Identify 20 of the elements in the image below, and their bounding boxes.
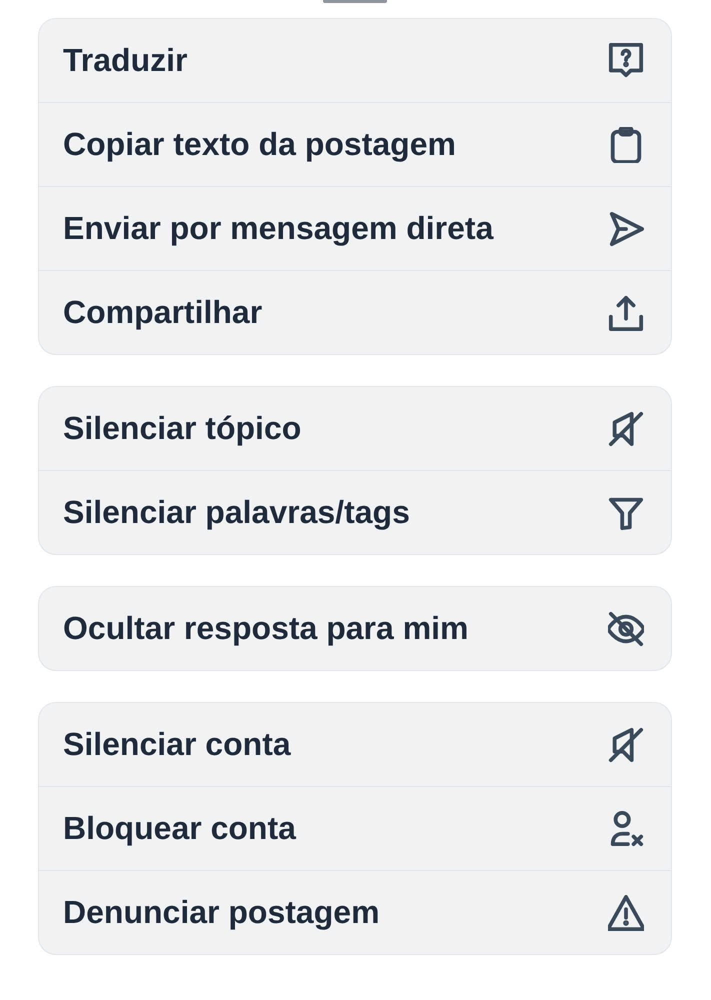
drag-handle[interactable] xyxy=(323,0,387,3)
menu-item[interactable]: Copiar texto da postagem xyxy=(39,102,671,186)
user-remove-icon xyxy=(608,810,644,846)
question-bubble-icon xyxy=(608,42,644,78)
share-icon xyxy=(608,294,644,330)
send-icon xyxy=(608,210,644,246)
menu-item[interactable]: Enviar por mensagem direta xyxy=(39,186,671,270)
warning-icon xyxy=(608,894,644,930)
menu-item[interactable]: Traduzir xyxy=(39,19,671,102)
menu-item[interactable]: Bloquear conta xyxy=(39,786,671,870)
menu-item[interactable]: Denunciar postagem xyxy=(39,870,671,954)
menu-item[interactable]: Compartilhar xyxy=(39,270,671,354)
speaker-muted-icon xyxy=(608,726,644,762)
menu-item[interactable]: Ocultar resposta para mim xyxy=(39,587,671,670)
speaker-muted-icon xyxy=(608,410,644,446)
menu-item[interactable]: Silenciar palavras/tags xyxy=(39,470,671,554)
eye-off-icon xyxy=(608,610,644,646)
menu-item[interactable]: Silenciar tópico xyxy=(39,387,671,470)
menu-item[interactable]: Silenciar conta xyxy=(39,703,671,786)
clipboard-icon xyxy=(608,126,644,162)
